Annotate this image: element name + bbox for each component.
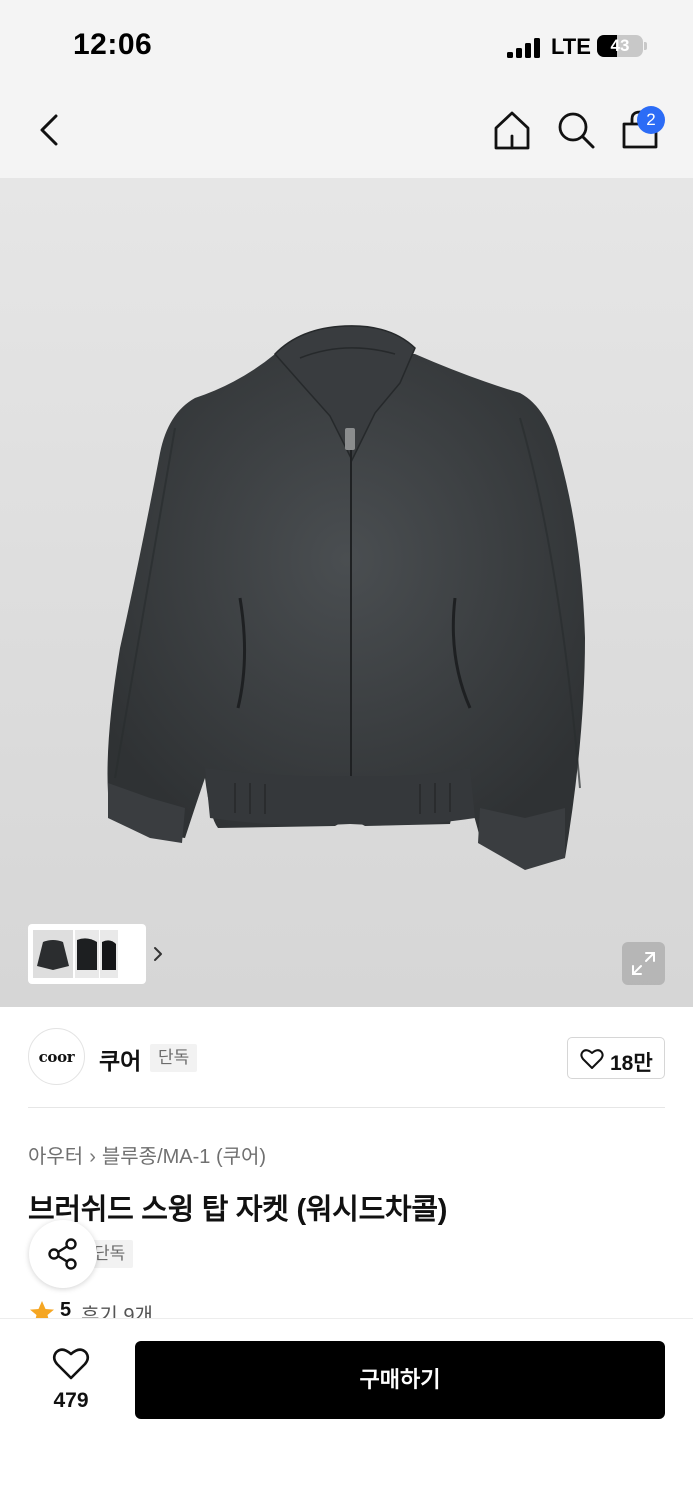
brand-like-count: 18만	[610, 1052, 653, 1075]
brand-logo-text: coor	[38, 1048, 75, 1066]
breadcrumb: 아우터 › 블루종/MA-1 (쿠어)	[28, 1140, 266, 1169]
thumbnail-2-image	[77, 938, 97, 970]
wishlist-count: 479	[53, 1389, 89, 1412]
home-button[interactable]	[490, 108, 534, 152]
thumbnail-1-image	[37, 940, 69, 970]
chevron-left-icon	[40, 114, 58, 146]
rating-row[interactable]: 5 후기 9개	[29, 1298, 329, 1320]
share-icon	[48, 1238, 77, 1270]
product-title: 브러쉬드 스윙 탑 자켓 (워시드차콜)	[28, 1194, 448, 1226]
battery-tip	[644, 42, 647, 50]
exclusive-badge: 단독	[150, 1044, 198, 1072]
product-image	[107, 325, 585, 870]
review-count: 후기 9개	[81, 1305, 153, 1320]
brand-name[interactable]: 쿠어	[99, 1042, 141, 1076]
wishlist-button[interactable]: 479	[36, 1341, 106, 1421]
breadcrumb-category[interactable]: 아우터	[28, 1146, 83, 1168]
chevron-right-icon[interactable]	[152, 938, 164, 970]
thumbnail-3-image	[102, 940, 116, 970]
thumbnail-3[interactable]	[100, 930, 118, 978]
star-icon	[30, 1301, 54, 1320]
breadcrumb-separator: ›	[89, 1146, 96, 1168]
search-icon	[558, 112, 595, 149]
back-button[interactable]	[30, 108, 70, 152]
cart-count-badge: 2	[637, 106, 665, 134]
product-image-gallery[interactable]	[0, 178, 693, 1007]
share-button[interactable]	[29, 1220, 97, 1288]
expand-icon	[632, 952, 655, 975]
signal-icon	[507, 38, 543, 58]
battery-percent: 43	[610, 36, 630, 55]
thumbnail-1[interactable]	[33, 930, 73, 978]
rating-score: 5	[60, 1299, 72, 1320]
brand-like-button[interactable]: 18만	[567, 1037, 665, 1079]
breadcrumb-subcategory[interactable]: 블루종/MA-1 (쿠어)	[102, 1146, 266, 1168]
divider	[28, 1107, 665, 1108]
brand-logo[interactable]: coor	[28, 1028, 85, 1085]
home-icon	[494, 111, 530, 150]
status-bar: 12:06 LTE 43	[0, 0, 693, 92]
network-label: LTE	[551, 34, 591, 59]
heart-outline-icon	[52, 1348, 90, 1380]
buy-button[interactable]: 구매하기	[135, 1341, 665, 1419]
expand-image-button[interactable]	[622, 942, 665, 985]
top-navigation-bar	[0, 92, 693, 178]
search-button[interactable]	[554, 108, 598, 152]
thumbnail-2[interactable]	[75, 930, 99, 978]
battery-icon: 43	[597, 35, 643, 57]
thumbnail-strip[interactable]	[28, 924, 162, 984]
status-time: 12:06	[73, 28, 153, 61]
bottom-action-bar: 479 구매하기	[0, 1318, 693, 1500]
heart-outline-icon	[580, 1049, 604, 1069]
